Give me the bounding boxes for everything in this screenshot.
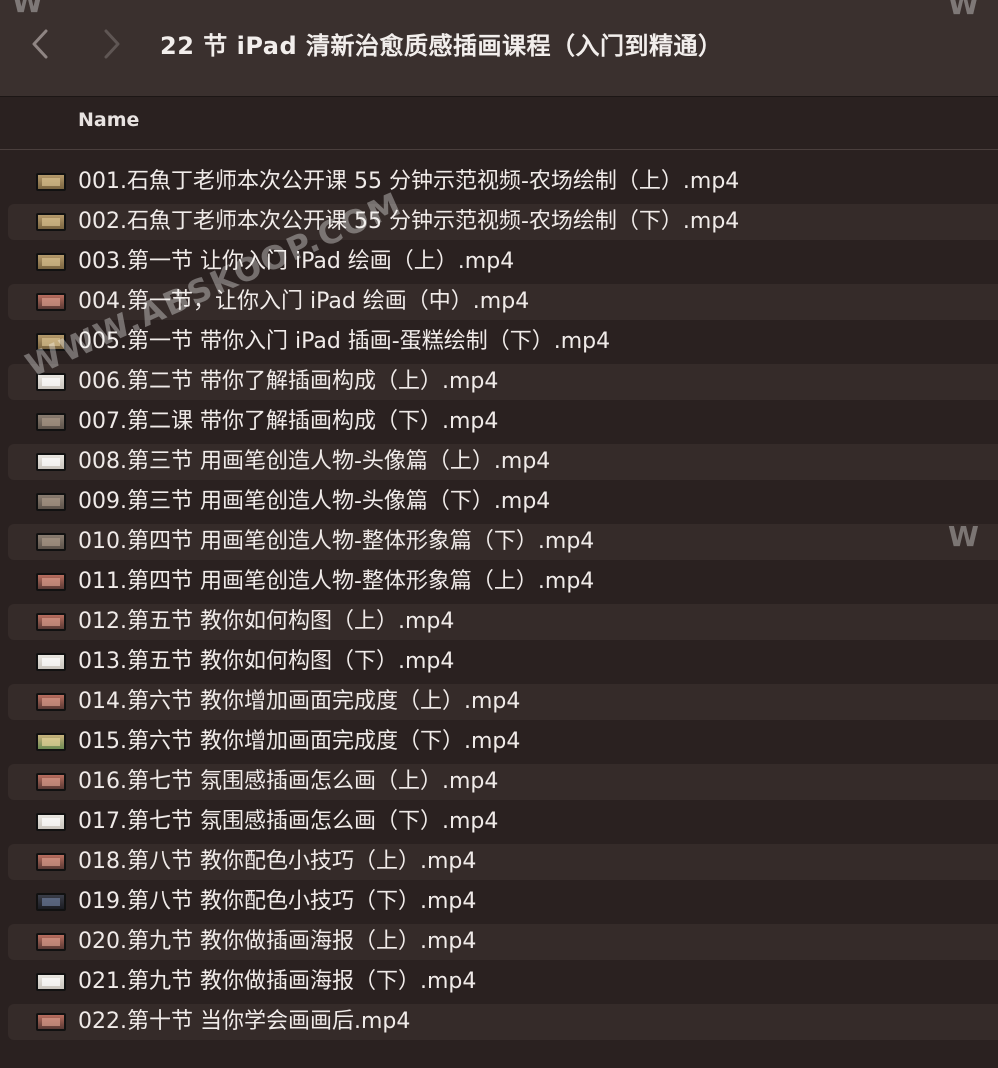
file-row[interactable]: 001.石魚丁老师本次公开课 55 分钟示范视频-农场绘制（上）.mp4	[0, 162, 998, 202]
file-row[interactable]: 008.第三节 用画笔创造人物-头像篇（上）.mp4	[0, 442, 998, 482]
video-thumbnail-icon	[36, 813, 66, 831]
file-row[interactable]: 012.第五节 教你如何构图（上）.mp4	[0, 602, 998, 642]
chevron-left-icon	[32, 29, 48, 59]
file-name: 002.石魚丁老师本次公开课 55 分钟示范视频-农场绘制（下）.mp4	[78, 209, 740, 234]
video-thumbnail-icon	[36, 453, 66, 471]
chevron-right-icon	[104, 29, 120, 59]
file-name: 017.第七节 氛围感插画怎么画（下）.mp4	[78, 809, 499, 834]
file-name: 012.第五节 教你如何构图（上）.mp4	[78, 609, 455, 634]
file-row[interactable]: 013.第五节 教你如何构图（下）.mp4	[0, 642, 998, 682]
video-thumbnail-icon	[36, 493, 66, 511]
forward-button[interactable]	[94, 24, 130, 64]
file-row[interactable]: 016.第七节 氛围感插画怎么画（上）.mp4	[0, 762, 998, 802]
file-row[interactable]: 011.第四节 用画笔创造人物-整体形象篇（上）.mp4	[0, 562, 998, 602]
file-row[interactable]: 003.第一节 让你入门 iPad 绘画（上）.mp4	[0, 242, 998, 282]
video-thumbnail-icon	[36, 413, 66, 431]
file-name: 021.第九节 教你做插画海报（下）.mp4	[78, 969, 477, 994]
video-thumbnail-icon	[36, 213, 66, 231]
file-name: 016.第七节 氛围感插画怎么画（上）.mp4	[78, 769, 499, 794]
file-row[interactable]: 014.第六节 教你增加画面完成度（上）.mp4	[0, 682, 998, 722]
file-name: 007.第二课 带你了解插画构成（下）.mp4	[78, 409, 499, 434]
file-name: 004.第一节，让你入门 iPad 绘画（中）.mp4	[78, 289, 530, 314]
video-thumbnail-icon	[36, 1013, 66, 1031]
file-row[interactable]: 017.第七节 氛围感插画怎么画（下）.mp4	[0, 802, 998, 842]
file-row[interactable]: 022.第十节 当你学会画画后.mp4	[0, 1002, 998, 1042]
video-thumbnail-icon	[36, 613, 66, 631]
video-thumbnail-icon	[36, 853, 66, 871]
video-thumbnail-icon	[36, 293, 66, 311]
file-name: 015.第六节 教你增加画面完成度（下）.mp4	[78, 729, 521, 754]
video-thumbnail-icon	[36, 253, 66, 271]
file-row[interactable]: 019.第八节 教你配色小技巧（下）.mp4	[0, 882, 998, 922]
file-row[interactable]: 010.第四节 用画笔创造人物-整体形象篇（下）.mp4	[0, 522, 998, 562]
video-thumbnail-icon	[36, 973, 66, 991]
video-thumbnail-icon	[36, 533, 66, 551]
file-row[interactable]: 009.第三节 用画笔创造人物-头像篇（下）.mp4	[0, 482, 998, 522]
window-titlebar: 22 节 iPad 清新治愈质感插画课程（入门到精通）	[0, 0, 998, 97]
video-thumbnail-icon	[36, 933, 66, 951]
file-name: 001.石魚丁老师本次公开课 55 分钟示范视频-农场绘制（上）.mp4	[78, 169, 740, 194]
name-column-header[interactable]: Name	[78, 109, 139, 131]
file-name: 019.第八节 教你配色小技巧（下）.mp4	[78, 889, 477, 914]
file-name: 013.第五节 教你如何构图（下）.mp4	[78, 649, 455, 674]
file-name: 005.第一节 带你入门 iPad 插画-蛋糕绘制（下）.mp4	[78, 329, 611, 354]
file-row[interactable]: 007.第二课 带你了解插画构成（下）.mp4	[0, 402, 998, 442]
file-name: 006.第二节 带你了解插画构成（上）.mp4	[78, 369, 499, 394]
file-row[interactable]: 015.第六节 教你增加画面完成度（下）.mp4	[0, 722, 998, 762]
file-name: 018.第八节 教你配色小技巧（上）.mp4	[78, 849, 477, 874]
file-list: 001.石魚丁老师本次公开课 55 分钟示范视频-农场绘制（上）.mp4 002.…	[0, 162, 998, 1042]
file-name: 011.第四节 用画笔创造人物-整体形象篇（上）.mp4	[78, 569, 595, 594]
video-thumbnail-icon	[36, 893, 66, 911]
file-row[interactable]: 018.第八节 教你配色小技巧（上）.mp4	[0, 842, 998, 882]
video-thumbnail-icon	[36, 173, 66, 191]
video-thumbnail-icon	[36, 773, 66, 791]
video-thumbnail-icon	[36, 573, 66, 591]
file-name: 014.第六节 教你增加画面完成度（上）.mp4	[78, 689, 521, 714]
file-row[interactable]: 006.第二节 带你了解插画构成（上）.mp4	[0, 362, 998, 402]
file-name: 022.第十节 当你学会画画后.mp4	[78, 1009, 411, 1034]
file-row[interactable]: 005.第一节 带你入门 iPad 插画-蛋糕绘制（下）.mp4	[0, 322, 998, 362]
video-thumbnail-icon	[36, 733, 66, 751]
file-name: 009.第三节 用画笔创造人物-头像篇（下）.mp4	[78, 489, 551, 514]
column-header: Name	[0, 97, 998, 150]
file-row[interactable]: 004.第一节，让你入门 iPad 绘画（中）.mp4	[0, 282, 998, 322]
file-name: 020.第九节 教你做插画海报（上）.mp4	[78, 929, 477, 954]
video-thumbnail-icon	[36, 333, 66, 351]
back-button[interactable]	[22, 24, 58, 64]
file-row[interactable]: 020.第九节 教你做插画海报（上）.mp4	[0, 922, 998, 962]
file-name: 003.第一节 让你入门 iPad 绘画（上）.mp4	[78, 249, 515, 274]
file-row[interactable]: 021.第九节 教你做插画海报（下）.mp4	[0, 962, 998, 1002]
window-title: 22 节 iPad 清新治愈质感插画课程（入门到精通）	[160, 32, 723, 60]
video-thumbnail-icon	[36, 373, 66, 391]
file-name: 008.第三节 用画笔创造人物-头像篇（上）.mp4	[78, 449, 551, 474]
file-name: 010.第四节 用画笔创造人物-整体形象篇（下）.mp4	[78, 529, 595, 554]
video-thumbnail-icon	[36, 653, 66, 671]
video-thumbnail-icon	[36, 693, 66, 711]
file-row[interactable]: 002.石魚丁老师本次公开课 55 分钟示范视频-农场绘制（下）.mp4	[0, 202, 998, 242]
